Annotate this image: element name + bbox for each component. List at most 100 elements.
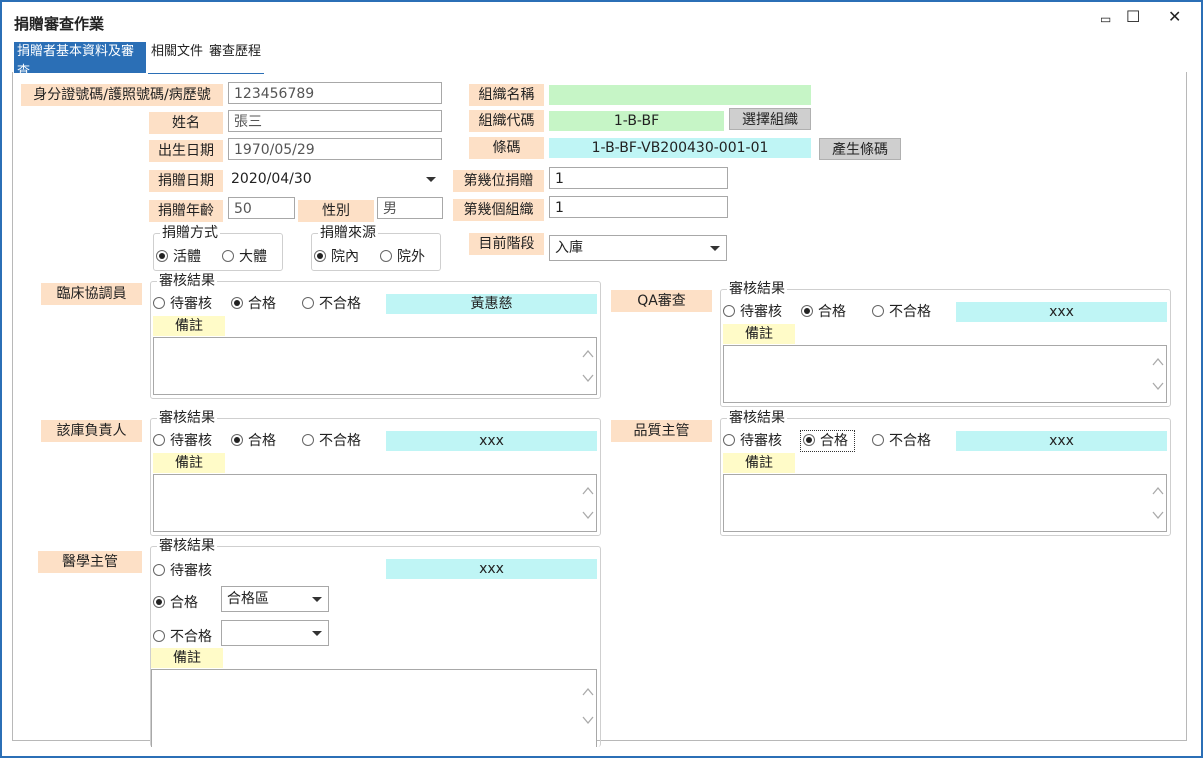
birth-label: 出生日期: [149, 140, 223, 162]
review-legend: 審核結果: [727, 281, 787, 297]
gender-label: 性別: [298, 200, 374, 222]
review-legend: 審核結果: [157, 538, 217, 554]
age-field[interactable]: 50: [228, 197, 295, 219]
tab-documents[interactable]: 相關文件: [148, 42, 206, 74]
clinical-pass-radio[interactable]: 合格: [231, 295, 276, 313]
generate-barcode-button[interactable]: 產生條碼: [819, 138, 901, 160]
qa-note-textarea[interactable]: [723, 345, 1167, 403]
quality-reviewer: xxx: [956, 431, 1167, 451]
fail-label: 不合格: [319, 433, 361, 449]
org-code-label: 組織代碼: [469, 110, 544, 132]
clinical-fail-radio[interactable]: 不合格: [302, 295, 361, 313]
nth-donor-field[interactable]: 1: [549, 167, 728, 189]
tab-content: 身分證號碼/護照號碼/病歷號 123456789 姓名 張三 出生日期 1970…: [12, 72, 1187, 747]
source-out-radio[interactable]: 院外: [380, 248, 425, 266]
name-field[interactable]: 張三: [228, 110, 442, 132]
scroll-down-icon[interactable]: [1152, 380, 1164, 392]
radio-checked-icon: [156, 250, 168, 262]
scroll-up-icon[interactable]: [582, 485, 594, 497]
stage-select[interactable]: 入庫: [549, 235, 727, 261]
name-label: 姓名: [149, 112, 223, 134]
medical-pending-radio[interactable]: 待審核: [153, 562, 212, 580]
gender-field[interactable]: 男: [377, 197, 443, 219]
radio-unchecked-icon: [153, 630, 165, 642]
bank-fail-radio[interactable]: 不合格: [302, 432, 361, 450]
birth-field[interactable]: 1970/05/29: [228, 138, 442, 160]
close-button[interactable]: ✕: [1168, 7, 1181, 27]
qa-pending-radio[interactable]: 待審核: [723, 303, 782, 321]
stage-value: 入庫: [555, 240, 583, 256]
note-label: 備註: [151, 648, 223, 668]
minimize-button[interactable]: ▭: [1100, 9, 1111, 29]
scroll-down-icon[interactable]: [582, 372, 594, 384]
qa-pass-radio[interactable]: 合格: [801, 303, 846, 321]
radio-checked-icon: [231, 297, 243, 309]
note-label: 備註: [723, 453, 795, 473]
bank-pass-radio[interactable]: 合格: [231, 432, 276, 450]
radio-unchecked-icon: [872, 434, 884, 446]
quality-pass-radio[interactable]: 合格: [799, 430, 856, 452]
fail-zone-select[interactable]: [221, 620, 329, 646]
clinical-label: 臨床協調員: [41, 283, 142, 305]
medical-fail-radio[interactable]: 不合格: [153, 628, 212, 646]
medical-note-textarea[interactable]: [151, 669, 597, 747]
stage-label: 目前階段: [469, 233, 544, 255]
quality-fail-radio[interactable]: 不合格: [872, 432, 931, 450]
clinical-pending-radio[interactable]: 待審核: [153, 295, 212, 313]
fail-label: 不合格: [170, 629, 212, 645]
org-name-label: 組織名稱: [469, 84, 544, 106]
barcode-field: 1-B-BF-VB200430-001-01: [549, 138, 811, 158]
quality-pending-radio[interactable]: 待審核: [723, 432, 782, 450]
chevron-down-icon: [312, 631, 322, 636]
bank-pending-radio[interactable]: 待審核: [153, 432, 212, 450]
clinical-review-group: 審核結果 待審核 合格 不合格 黃惠慈 備註: [150, 273, 601, 399]
qa-fail-radio[interactable]: 不合格: [872, 303, 931, 321]
fail-label: 不合格: [319, 296, 361, 312]
id-field[interactable]: 123456789: [228, 82, 442, 104]
review-legend: 審核結果: [727, 410, 787, 426]
radio-unchecked-icon: [302, 297, 314, 309]
scroll-up-icon[interactable]: [582, 348, 594, 360]
pending-label: 待審核: [170, 296, 212, 312]
scroll-down-icon[interactable]: [1152, 509, 1164, 521]
clinical-note-textarea[interactable]: [153, 337, 597, 395]
source-in-radio[interactable]: 院內: [314, 248, 359, 266]
donate-date-picker[interactable]: 2020/04/30: [228, 168, 442, 192]
review-legend: 審核結果: [157, 410, 217, 426]
method-live-radio[interactable]: 活體: [156, 248, 201, 266]
method-cadaver-radio[interactable]: 大體: [222, 248, 267, 266]
org-name-field: [549, 85, 811, 105]
quality-note-textarea[interactable]: [723, 474, 1167, 532]
tab-history[interactable]: 審查歷程: [206, 42, 264, 74]
scroll-up-icon[interactable]: [1152, 356, 1164, 368]
source-in-label: 院內: [331, 249, 359, 265]
window-title: 捐贈審查作業: [14, 15, 105, 33]
pass-zone-select[interactable]: 合格區: [221, 586, 329, 612]
fail-label: 不合格: [889, 304, 931, 320]
age-label: 捐贈年齡: [149, 200, 223, 222]
source-group: 捐贈來源 院內 院外: [311, 225, 441, 271]
id-label: 身分證號碼/護照號碼/病歷號: [21, 84, 223, 106]
choose-org-button[interactable]: 選擇組織: [729, 108, 811, 130]
scroll-down-icon[interactable]: [582, 714, 594, 726]
pending-label: 待審核: [170, 563, 212, 579]
radio-unchecked-icon: [302, 434, 314, 446]
tab-basic-info[interactable]: 捐贈者基本資料及審查: [14, 42, 146, 79]
radio-unchecked-icon: [153, 564, 165, 576]
scroll-up-icon[interactable]: [1152, 485, 1164, 497]
bank-note-textarea[interactable]: [153, 474, 597, 532]
radio-unchecked-icon: [380, 250, 392, 262]
maximize-button[interactable]: ☐: [1126, 7, 1140, 27]
radio-unchecked-icon: [723, 305, 735, 317]
scroll-down-icon[interactable]: [582, 509, 594, 521]
pass-label: 合格: [248, 296, 276, 312]
radio-checked-icon: [231, 434, 243, 446]
chevron-down-icon: [710, 246, 720, 251]
method-live-label: 活體: [173, 249, 201, 265]
clinical-reviewer: 黃惠慈: [386, 294, 597, 314]
nth-org-field[interactable]: 1: [549, 196, 728, 218]
medical-pass-radio[interactable]: 合格: [153, 594, 198, 612]
radio-unchecked-icon: [872, 305, 884, 317]
radio-checked-icon: [801, 305, 813, 317]
scroll-up-icon[interactable]: [582, 686, 594, 698]
